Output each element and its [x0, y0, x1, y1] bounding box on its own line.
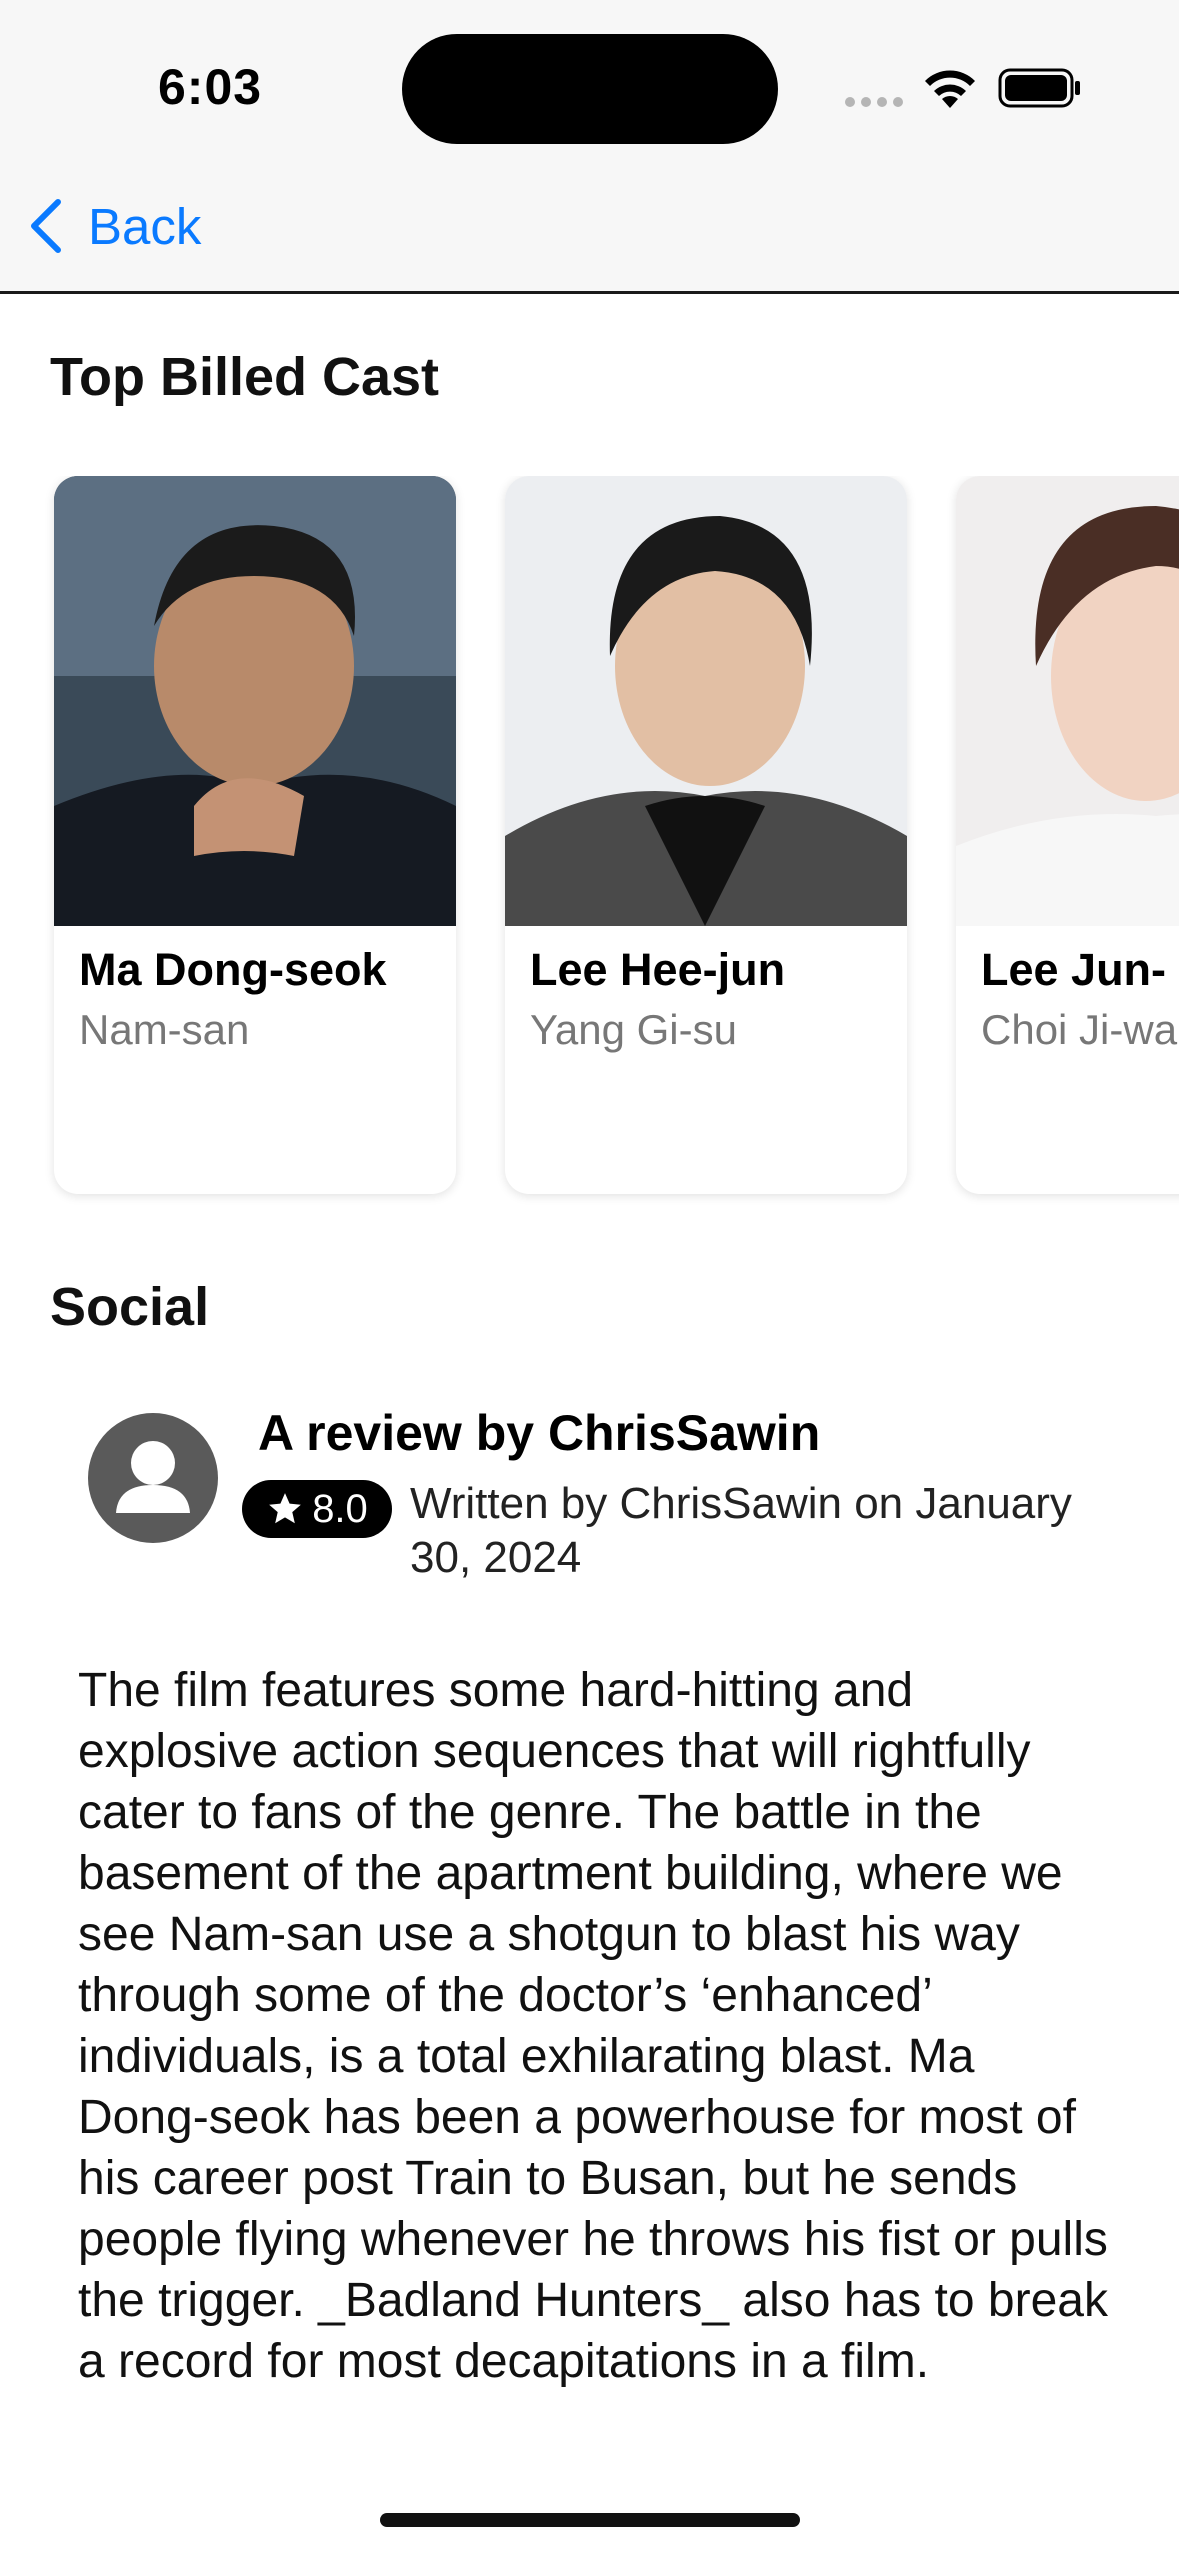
star-icon	[269, 1493, 302, 1524]
battery-icon	[998, 68, 1080, 108]
review-title: A review by ChrisSawin	[258, 1405, 821, 1461]
cast-name: Ma Dong-seok	[79, 944, 387, 995]
section-title-cast: Top Billed Cast	[50, 347, 440, 407]
navigation-bar: 6:03 Back	[0, 0, 1179, 294]
wifi-icon	[925, 70, 975, 108]
cast-card[interactable]: Ma Dong-seok Nam-san	[54, 476, 456, 1194]
status-time: 6:03	[158, 59, 263, 115]
home-indicator[interactable]	[380, 2513, 800, 2527]
review-byline: Written by ChrisSawin on January 30, 202…	[410, 1479, 1072, 1582]
rating-badge: 8.0	[242, 1480, 392, 1538]
cast-name: Lee Hee-jun	[530, 944, 786, 995]
dynamic-island	[402, 34, 778, 144]
cast-role: Choi Ji-wa	[981, 1006, 1178, 1053]
cast-photo	[54, 476, 456, 926]
chevron-left-icon	[31, 199, 61, 253]
cellular-signal-icon	[845, 97, 905, 107]
cast-role: Yang Gi-su	[530, 1006, 737, 1053]
back-button[interactable]: Back	[28, 196, 201, 256]
cast-name: Lee Jun-	[981, 944, 1167, 995]
avatar-icon	[88, 1413, 218, 1543]
cast-carousel[interactable]: Ma Dong-seok Nam-san Lee Hee-jun Yang Gi…	[0, 476, 1179, 1206]
back-label: Back	[88, 197, 202, 255]
rating-value: 8.0	[312, 1486, 368, 1531]
cast-card[interactable]: Lee Jun- Choi Ji-wa	[956, 476, 1179, 1194]
cast-photo	[505, 476, 907, 926]
cast-photo	[956, 476, 1179, 926]
section-title-social: Social	[50, 1277, 210, 1337]
cast-card[interactable]: Lee Hee-jun Yang Gi-su	[505, 476, 907, 1194]
review-body: The film features some hard-hitting and …	[78, 1664, 1108, 2388]
cast-role: Nam-san	[79, 1006, 250, 1053]
